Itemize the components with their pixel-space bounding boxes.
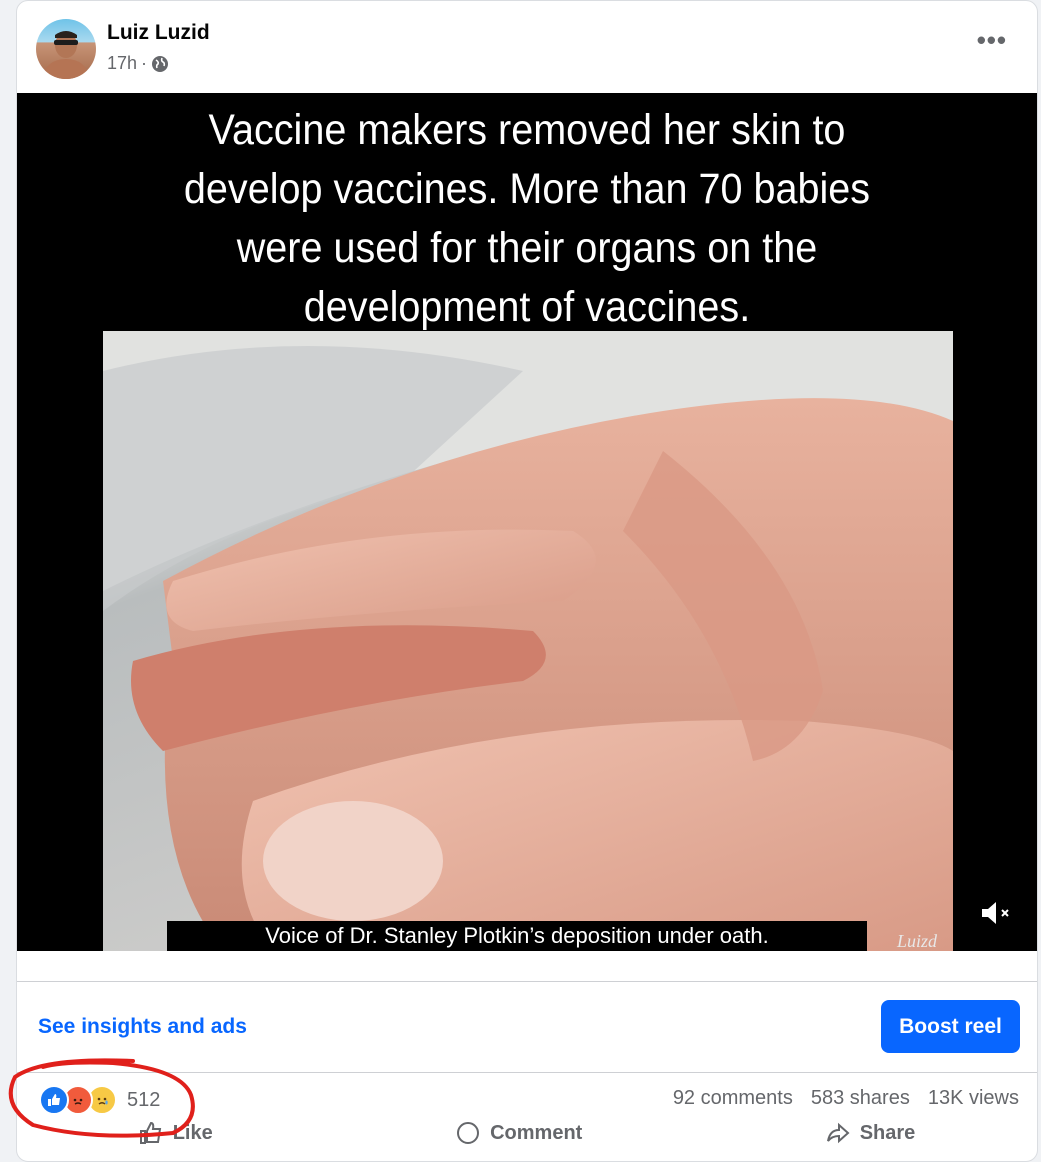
shares-count[interactable]: 583 shares — [811, 1087, 910, 1110]
see-insights-link[interactable]: See insights and ads — [38, 1015, 247, 1039]
like-outline-icon — [139, 1121, 161, 1144]
like-icon — [39, 1085, 69, 1115]
globe-icon — [152, 55, 169, 72]
like-label: Like — [172, 1121, 213, 1144]
comment-button[interactable]: Comment — [456, 1121, 582, 1145]
share-label: Share — [859, 1121, 916, 1144]
divider — [17, 1072, 1037, 1073]
avatar-portrait — [42, 31, 90, 79]
author-avatar[interactable] — [36, 19, 96, 79]
author-name[interactable]: Luiz Luzid — [107, 21, 210, 45]
reel-video[interactable]: Vaccine makers removed her skin to devel… — [17, 93, 1037, 951]
reactions-summary[interactable]: 512 — [39, 1085, 160, 1115]
share-icon — [826, 1122, 850, 1144]
video-frame-image — [103, 331, 953, 951]
caption-line: Vaccine makers removed her skin to — [208, 106, 846, 154]
boost-reel-button[interactable]: Boost reel — [881, 1000, 1020, 1053]
video-caption: Vaccine makers removed her skin to devel… — [58, 101, 996, 337]
reaction-count: 512 — [127, 1088, 161, 1111]
post-actions: Like Comment Share — [17, 1121, 1037, 1145]
caption-line: develop vaccines. More than 70 babies — [183, 165, 871, 213]
divider — [17, 981, 1037, 982]
views-count: 13K views — [927, 1087, 1019, 1109]
comments-count[interactable]: 92 comments — [673, 1087, 793, 1110]
caption-line: development of vaccines. — [303, 283, 751, 331]
more-options-icon[interactable]: ••• — [977, 25, 1007, 56]
share-button[interactable]: Share — [826, 1121, 916, 1145]
video-frame — [103, 331, 953, 951]
post-meta: 17h · — [107, 53, 169, 74]
comment-icon — [457, 1122, 480, 1144]
like-button[interactable]: Like — [139, 1121, 213, 1145]
meta-separator: · — [141, 53, 148, 73]
post-card: Luiz Luzid 17h · ••• Vaccine makers remo… — [16, 0, 1038, 1162]
caption-line: were used for their organs on the — [236, 224, 818, 272]
comment-label: Comment — [490, 1121, 583, 1144]
muted-speaker-icon[interactable] — [979, 899, 1013, 933]
post-stats: 92 comments 583 shares 13K views — [673, 1087, 1019, 1110]
video-subtitle: Voice of Dr. Stanley Plotkin’s depositio… — [167, 921, 867, 951]
video-watermark: Luizd — [897, 931, 938, 951]
post-time[interactable]: 17h — [107, 53, 137, 74]
